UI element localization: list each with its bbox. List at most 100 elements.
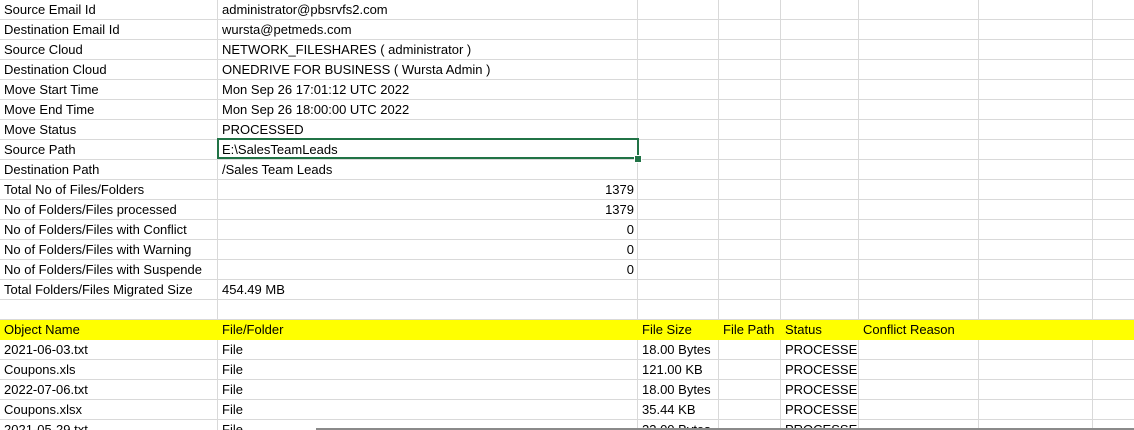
summary-label[interactable]: Move Start Time: [0, 80, 218, 100]
cell-file-size[interactable]: 35.44 KB: [638, 400, 719, 420]
cell[interactable]: [859, 40, 979, 60]
cell[interactable]: [781, 60, 859, 80]
cell[interactable]: [1093, 40, 1134, 60]
cell[interactable]: [638, 0, 719, 20]
summary-count[interactable]: 1379: [218, 180, 638, 200]
summary-label[interactable]: Destination Cloud: [0, 60, 218, 80]
cell[interactable]: [638, 160, 719, 180]
summary-label[interactable]: No of Folders/Files processed: [0, 200, 218, 220]
cell[interactable]: [979, 60, 1093, 80]
cell[interactable]: [979, 260, 1093, 280]
cell[interactable]: [719, 220, 781, 240]
cell[interactable]: [719, 80, 781, 100]
cell[interactable]: [638, 280, 719, 300]
header-file-path[interactable]: File Path: [719, 320, 781, 340]
cell-file-size[interactable]: 121.00 KB: [638, 360, 719, 380]
cell[interactable]: [979, 160, 1093, 180]
cell[interactable]: [719, 120, 781, 140]
cell[interactable]: [638, 80, 719, 100]
cell[interactable]: [638, 180, 719, 200]
cell-object-name[interactable]: 2021-05-29.txt: [0, 420, 218, 430]
cell[interactable]: [781, 120, 859, 140]
cell[interactable]: [859, 300, 979, 320]
cell[interactable]: [859, 0, 979, 20]
cell[interactable]: [1093, 300, 1134, 320]
cell-status[interactable]: PROCESSED: [781, 340, 859, 360]
cell[interactable]: [859, 160, 979, 180]
summary-label[interactable]: No of Folders/Files with Warning: [0, 240, 218, 260]
cell[interactable]: [781, 40, 859, 60]
summary-label[interactable]: Move End Time: [0, 100, 218, 120]
summary-label[interactable]: Source Path: [0, 140, 218, 160]
cell[interactable]: [638, 200, 719, 220]
cell[interactable]: [979, 340, 1093, 360]
cell-object-name[interactable]: Coupons.xlsx: [0, 400, 218, 420]
cell[interactable]: [719, 180, 781, 200]
cell[interactable]: [638, 60, 719, 80]
cell-conflict-reason[interactable]: [859, 340, 979, 360]
cell-conflict-reason[interactable]: [859, 400, 979, 420]
cell[interactable]: [781, 100, 859, 120]
cell[interactable]: [781, 240, 859, 260]
summary-count[interactable]: 0: [218, 220, 638, 240]
fill-handle[interactable]: [634, 155, 642, 163]
cell[interactable]: [979, 380, 1093, 400]
summary-label[interactable]: No of Folders/Files with Conflict: [0, 220, 218, 240]
cell[interactable]: [638, 120, 719, 140]
cell-file-path[interactable]: [719, 360, 781, 380]
cell[interactable]: [781, 140, 859, 160]
cell[interactable]: [638, 100, 719, 120]
summary-count[interactable]: 1379: [218, 200, 638, 220]
cell[interactable]: [859, 100, 979, 120]
cell[interactable]: [719, 20, 781, 40]
cell[interactable]: [719, 0, 781, 20]
cell[interactable]: [719, 160, 781, 180]
cell[interactable]: [979, 40, 1093, 60]
cell[interactable]: [781, 300, 859, 320]
header-file-size[interactable]: File Size: [638, 320, 719, 340]
cell[interactable]: [781, 200, 859, 220]
cell[interactable]: [859, 240, 979, 260]
cell[interactable]: [979, 0, 1093, 20]
cell[interactable]: [1093, 100, 1134, 120]
cell[interactable]: [638, 220, 719, 240]
summary-value[interactable]: NETWORK_FILESHARES ( administrator ): [218, 40, 638, 60]
cell[interactable]: [979, 100, 1093, 120]
cell[interactable]: [719, 200, 781, 220]
cell[interactable]: [1093, 20, 1134, 40]
summary-value[interactable]: wursta@petmeds.com: [218, 20, 638, 40]
cell[interactable]: [979, 140, 1093, 160]
cell[interactable]: [859, 140, 979, 160]
cell[interactable]: [1093, 220, 1134, 240]
cell-file-path[interactable]: [719, 340, 781, 360]
cell[interactable]: [218, 300, 638, 320]
summary-label[interactable]: Source Cloud: [0, 40, 218, 60]
cell-object-name[interactable]: 2022-07-06.txt: [0, 380, 218, 400]
summary-label[interactable]: Move Status: [0, 120, 218, 140]
cell[interactable]: [638, 240, 719, 260]
cell[interactable]: [719, 300, 781, 320]
cell[interactable]: [0, 300, 218, 320]
cell-file-folder[interactable]: File: [218, 400, 638, 420]
cell[interactable]: [979, 360, 1093, 380]
cell[interactable]: [859, 220, 979, 240]
header-object-name[interactable]: Object Name: [0, 320, 218, 340]
cell[interactable]: [1093, 240, 1134, 260]
header-file-folder[interactable]: File/Folder: [218, 320, 638, 340]
cell[interactable]: [979, 240, 1093, 260]
cell[interactable]: [781, 280, 859, 300]
cell[interactable]: [979, 20, 1093, 40]
cell[interactable]: [859, 120, 979, 140]
cell[interactable]: [859, 200, 979, 220]
summary-value[interactable]: PROCESSED: [218, 120, 638, 140]
summary-count[interactable]: 0: [218, 260, 638, 280]
cell[interactable]: [1093, 200, 1134, 220]
cell[interactable]: [859, 80, 979, 100]
cell-file-size[interactable]: 18.00 Bytes: [638, 380, 719, 400]
cell[interactable]: [638, 300, 719, 320]
cell[interactable]: [859, 280, 979, 300]
summary-label[interactable]: Destination Path: [0, 160, 218, 180]
cell[interactable]: [719, 260, 781, 280]
cell[interactable]: [719, 240, 781, 260]
cell[interactable]: [1093, 260, 1134, 280]
